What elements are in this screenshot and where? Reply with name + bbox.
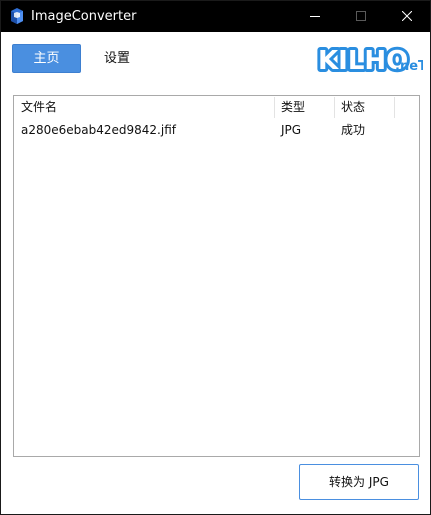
app-window: ImageConverter 主页 设置 KILHO KILHO .neT 文件	[0, 0, 431, 515]
close-icon	[402, 11, 412, 21]
minimize-button[interactable]	[292, 1, 338, 32]
column-header-filename[interactable]: 文件名	[14, 96, 274, 118]
minimize-icon	[310, 16, 320, 17]
app-icon	[10, 8, 24, 24]
window-title: ImageConverter	[31, 9, 137, 24]
list-item[interactable]: a280e6ebab42ed9842.jfif JPG 成功	[14, 120, 419, 140]
convert-to-jpg-button[interactable]: 转换为 JPG	[299, 464, 419, 500]
cell-type: JPG	[281, 123, 302, 137]
column-divider[interactable]	[394, 97, 395, 118]
column-header-type[interactable]: 类型	[274, 96, 334, 118]
cell-filename: a280e6ebab42ed9842.jfif	[21, 123, 176, 137]
maximize-icon	[356, 11, 366, 21]
column-header-status[interactable]: 状态	[334, 96, 394, 118]
logo-suffix: .neT	[395, 59, 423, 74]
nav-settings-button[interactable]: 设置	[93, 44, 141, 73]
kilho-logo: KILHO KILHO .neT	[317, 43, 423, 75]
nav-home-button[interactable]: 主页	[12, 44, 81, 73]
cell-status: 成功	[341, 123, 366, 137]
title-bar[interactable]: ImageConverter	[1, 1, 430, 32]
close-button[interactable]	[384, 1, 430, 32]
list-header: 文件名 类型 状态	[14, 96, 419, 118]
file-list[interactable]: 文件名 类型 状态 a280e6ebab42ed9842.jfif JPG 成功	[13, 95, 420, 457]
maximize-button[interactable]	[338, 1, 384, 32]
